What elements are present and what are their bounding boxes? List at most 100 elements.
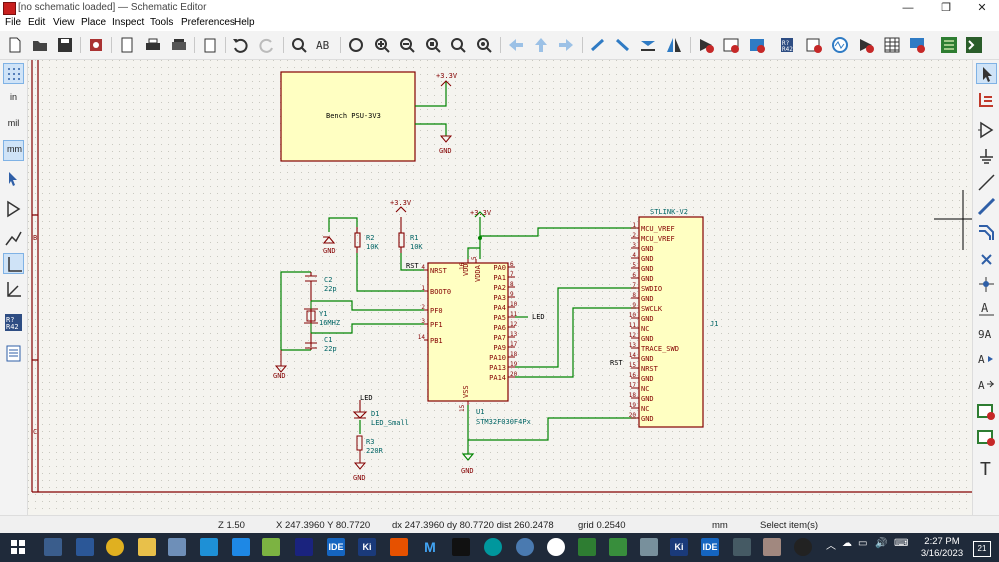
add-text-icon[interactable]: T	[976, 458, 997, 479]
ide-app-icon[interactable]: IDE	[327, 538, 345, 556]
units-mil-button[interactable]: mil	[3, 115, 24, 136]
add-wire-icon[interactable]	[976, 172, 997, 193]
calculator-icon[interactable]	[295, 538, 313, 556]
add-power-icon[interactable]	[976, 146, 997, 167]
rotate-ccw-icon[interactable]	[589, 36, 607, 54]
file-explorer-icon[interactable]	[138, 538, 156, 556]
new-schematic-icon[interactable]	[6, 36, 24, 54]
kicad-app-2-icon[interactable]: Ki	[670, 538, 688, 556]
pcb-editor-icon[interactable]	[940, 36, 958, 54]
fusion-icon[interactable]	[390, 538, 408, 556]
taskbar-clock[interactable]: 2:27 PM 3/16/2023	[916, 536, 968, 560]
add-bus-entry-icon[interactable]	[976, 222, 997, 243]
zoom-out-icon[interactable]	[398, 36, 416, 54]
add-label-icon[interactable]: A	[976, 298, 997, 319]
nav-forward-icon[interactable]	[557, 36, 575, 54]
minimize-button[interactable]: —	[893, 0, 923, 16]
print-icon[interactable]	[144, 36, 162, 54]
maximize-button[interactable]: ❐	[931, 0, 961, 16]
tray-chevron-icon[interactable]: ︿	[822, 538, 840, 556]
outlook-icon[interactable]	[76, 538, 94, 556]
schematic-app-icon[interactable]	[763, 538, 781, 556]
notes-icon[interactable]	[168, 538, 186, 556]
browser-icon[interactable]	[516, 538, 534, 556]
no-connect-icon[interactable]	[976, 249, 997, 270]
import-sheet-pin-icon[interactable]	[976, 401, 997, 422]
menu-preferences[interactable]: Preferences	[181, 17, 235, 28]
zoom-fit-icon[interactable]	[424, 36, 442, 54]
nav-up-icon[interactable]	[532, 36, 550, 54]
line-mode-45-icon[interactable]	[3, 279, 24, 300]
line-mode-90-icon[interactable]	[3, 253, 24, 274]
matlab-icon[interactable]: M	[421, 538, 439, 556]
mirror-vertical-icon[interactable]	[639, 36, 657, 54]
add-global-label-icon[interactable]: 9A	[976, 323, 997, 344]
start-button-icon[interactable]	[9, 538, 27, 556]
zoom-objects-icon[interactable]	[449, 36, 467, 54]
network-icon[interactable]: ▭	[858, 538, 876, 556]
gerber-icon[interactable]	[609, 538, 627, 556]
menu-view[interactable]: View	[53, 17, 75, 28]
add-sheet-icon[interactable]: A	[976, 374, 997, 395]
add-image-icon[interactable]	[976, 427, 997, 448]
notes-app-icon[interactable]	[640, 538, 658, 556]
arduino-icon[interactable]	[484, 538, 502, 556]
plot-icon[interactable]	[170, 36, 188, 54]
page-settings-icon[interactable]	[118, 36, 136, 54]
add-bus-icon[interactable]	[976, 196, 997, 217]
kicad-app-icon[interactable]: Ki	[358, 538, 376, 556]
open-folder-icon[interactable]	[31, 36, 49, 54]
add-hier-label-icon[interactable]: A	[976, 348, 997, 369]
taskview-icon[interactable]	[44, 538, 62, 556]
menu-help[interactable]: Help	[234, 17, 255, 28]
units-mm-button[interactable]: mm	[3, 140, 24, 161]
hierarchy-navigator-icon[interactable]	[3, 343, 24, 364]
undo-icon[interactable]	[231, 36, 249, 54]
line-mode-free-icon[interactable]	[3, 228, 24, 249]
find-icon[interactable]	[290, 36, 308, 54]
add-junction-icon[interactable]	[976, 274, 997, 295]
redo-icon[interactable]	[258, 36, 276, 54]
units-inch-button[interactable]: in	[3, 89, 24, 110]
editor-icon[interactable]	[262, 538, 280, 556]
schematic-setup-icon[interactable]	[87, 36, 105, 54]
rotate-cw-icon[interactable]	[614, 36, 632, 54]
bom-check-icon[interactable]	[805, 36, 823, 54]
mirror-horizontal-icon[interactable]	[665, 36, 683, 54]
erc-icon[interactable]	[748, 36, 766, 54]
annotate-icon[interactable]	[697, 36, 715, 54]
hidden-pins-icon[interactable]	[3, 198, 24, 219]
schematic-canvas[interactable]: B C Bench PSU-3V3 +3.3V GND GND R2 10K +…	[28, 60, 972, 515]
menu-edit[interactable]: Edit	[28, 17, 45, 28]
vm-icon[interactable]	[733, 538, 751, 556]
refresh-icon[interactable]	[347, 36, 365, 54]
camera-icon[interactable]	[547, 538, 565, 556]
bom-icon[interactable]	[908, 36, 926, 54]
zoom-selection-icon[interactable]	[475, 36, 493, 54]
notification-center-icon[interactable]: 21	[973, 541, 991, 557]
ime-icon[interactable]: ⌨	[894, 538, 912, 556]
find-replace-icon[interactable]: AB	[315, 36, 333, 54]
ide-app-2-icon[interactable]: IDE	[701, 538, 719, 556]
menu-file[interactable]: File	[5, 17, 21, 28]
volume-icon[interactable]: 🔊	[875, 538, 893, 556]
symbol-table-icon[interactable]	[883, 36, 901, 54]
c-app-icon[interactable]	[232, 538, 250, 556]
highlight-net-icon[interactable]	[976, 89, 997, 110]
symbol-fields-icon[interactable]	[722, 36, 740, 54]
mail-icon[interactable]	[200, 538, 218, 556]
menu-tools[interactable]: Tools	[150, 17, 173, 28]
cursor-shape-icon[interactable]	[3, 168, 24, 189]
menu-place[interactable]: Place	[81, 17, 106, 28]
zoom-in-icon[interactable]	[373, 36, 391, 54]
grid-toggle-icon[interactable]	[3, 63, 24, 84]
select-tool-icon[interactable]	[976, 63, 997, 84]
simulator-icon[interactable]	[831, 36, 849, 54]
save-icon[interactable]	[56, 36, 74, 54]
close-button[interactable]: ✕	[967, 0, 997, 16]
add-symbol-icon[interactable]	[976, 119, 997, 140]
assign-footprints-icon[interactable]: R? R42	[779, 36, 797, 54]
terminal-icon[interactable]	[452, 538, 470, 556]
pcb-app-icon[interactable]	[578, 538, 596, 556]
nav-back-icon[interactable]	[507, 36, 525, 54]
